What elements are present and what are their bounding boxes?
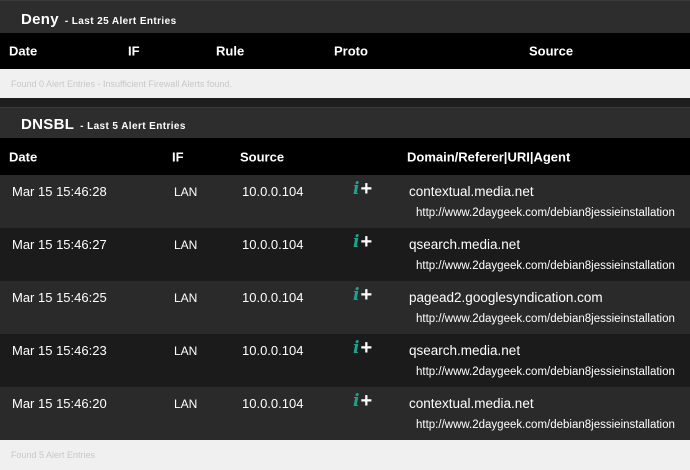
deny-col-rule[interactable]: Rule: [216, 44, 244, 59]
table-row: Mar 15 15:46:20 LAN 10.0.0.104 i + conte…: [0, 387, 690, 440]
deny-title: Deny: [21, 11, 59, 28]
dnsbl-title: DNSBL: [21, 116, 75, 133]
row-actions: i +: [353, 285, 372, 305]
row-referer-url: http://www.2daygeek.com/debian8jessieins…: [416, 313, 675, 325]
row-interface: LAN: [174, 185, 198, 199]
row-domain: qsearch.media.net: [409, 343, 521, 358]
deny-panel: Deny - Last 25 Alert Entries Date IF Rul…: [0, 0, 690, 98]
dnsbl-col-if[interactable]: IF: [172, 149, 184, 164]
dnsbl-panel-header: DNSBL - Last 5 Alert Entries: [0, 107, 690, 138]
row-source: 10.0.0.104: [242, 184, 304, 199]
dnsbl-col-domain[interactable]: Domain/Referer|URI|Agent: [407, 149, 570, 164]
row-date: Mar 15 15:46:20: [12, 396, 107, 411]
row-date: Mar 15 15:46:27: [12, 237, 107, 252]
deny-col-source[interactable]: Source: [529, 44, 573, 59]
table-row: Mar 15 15:46:28 LAN 10.0.0.104 i + conte…: [0, 175, 690, 228]
dnsbl-col-source[interactable]: Source: [240, 149, 284, 164]
info-icon[interactable]: i: [353, 181, 359, 198]
row-interface: LAN: [174, 344, 198, 358]
info-icon[interactable]: i: [353, 340, 359, 357]
dnsbl-subtitle: - Last 5 Alert Entries: [80, 121, 186, 132]
dnsbl-col-date[interactable]: Date: [9, 149, 37, 164]
dnsbl-footer: Found 5 Alert Entries: [0, 440, 690, 470]
info-icon[interactable]: i: [353, 287, 359, 304]
info-icon[interactable]: i: [353, 393, 359, 410]
dnsbl-panel: DNSBL - Last 5 Alert Entries Date IF Sou…: [0, 107, 690, 470]
add-whitelist-icon[interactable]: +: [360, 232, 372, 252]
info-icon[interactable]: i: [353, 234, 359, 251]
add-whitelist-icon[interactable]: +: [360, 179, 372, 199]
row-source: 10.0.0.104: [242, 343, 304, 358]
row-domain: contextual.media.net: [409, 396, 534, 411]
deny-panel-header: Deny - Last 25 Alert Entries: [0, 0, 690, 33]
row-referer-url: http://www.2daygeek.com/debian8jessieins…: [416, 366, 675, 378]
table-row: Mar 15 15:46:27 LAN 10.0.0.104 i + qsear…: [0, 228, 690, 281]
table-row: Mar 15 15:46:25 LAN 10.0.0.104 i + pagea…: [0, 281, 690, 334]
row-actions: i +: [353, 179, 372, 199]
deny-subtitle: - Last 25 Alert Entries: [64, 16, 177, 27]
row-referer-url: http://www.2daygeek.com/debian8jessieins…: [416, 207, 675, 219]
row-date: Mar 15 15:46:23: [12, 343, 107, 358]
add-whitelist-icon[interactable]: +: [360, 338, 372, 358]
row-referer-url: http://www.2daygeek.com/debian8jessieins…: [416, 260, 675, 272]
deny-footer: Found 0 Alert Entries - Insufficient Fir…: [0, 69, 690, 98]
row-interface: LAN: [174, 238, 198, 252]
dnsbl-column-headers: Date IF Source Domain/Referer|URI|Agent: [0, 138, 690, 175]
row-interface: LAN: [174, 397, 198, 411]
row-domain: contextual.media.net: [409, 184, 534, 199]
row-domain: qsearch.media.net: [409, 237, 521, 252]
row-source: 10.0.0.104: [242, 290, 304, 305]
row-actions: i +: [353, 391, 372, 411]
table-row: Mar 15 15:46:23 LAN 10.0.0.104 i + qsear…: [0, 334, 690, 387]
row-date: Mar 15 15:46:28: [12, 184, 107, 199]
row-actions: i +: [353, 338, 372, 358]
row-domain: pagead2.googlesyndication.com: [409, 290, 603, 305]
add-whitelist-icon[interactable]: +: [360, 391, 372, 411]
row-referer-url: http://www.2daygeek.com/debian8jessieins…: [416, 419, 675, 431]
row-interface: LAN: [174, 291, 198, 305]
row-source: 10.0.0.104: [242, 237, 304, 252]
dnsbl-table-body: Mar 15 15:46:28 LAN 10.0.0.104 i + conte…: [0, 175, 690, 440]
add-whitelist-icon[interactable]: +: [360, 285, 372, 305]
deny-col-proto[interactable]: Proto: [334, 44, 368, 59]
row-date: Mar 15 15:46:25: [12, 290, 107, 305]
row-actions: i +: [353, 232, 372, 252]
deny-column-headers: Date IF Rule Proto Source: [0, 33, 690, 69]
deny-col-if[interactable]: IF: [128, 44, 140, 59]
deny-col-date[interactable]: Date: [9, 44, 37, 59]
row-source: 10.0.0.104: [242, 396, 304, 411]
